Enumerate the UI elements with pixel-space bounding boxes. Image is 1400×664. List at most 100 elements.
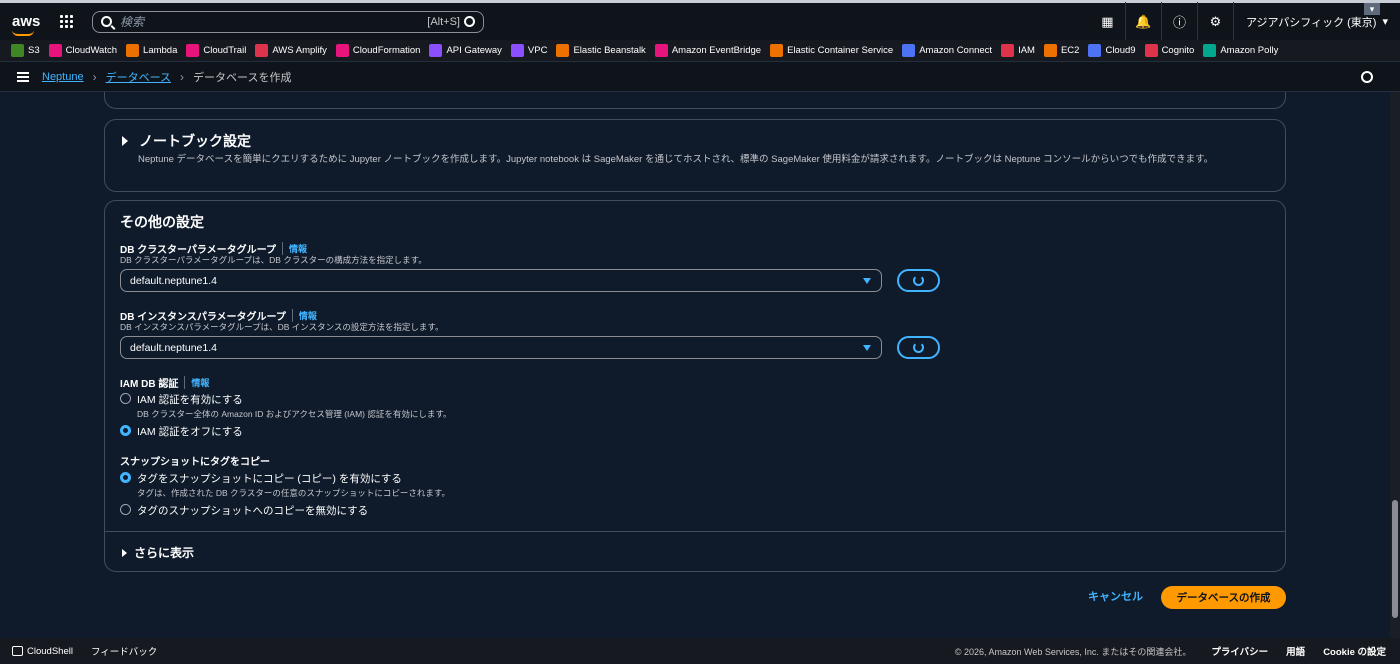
iam-auth-disable-radio[interactable]: IAM 認証をオフにする <box>120 424 243 439</box>
bell-icon[interactable]: 🔔 <box>1126 1 1162 42</box>
privacy-link[interactable]: プライバシー <box>1211 644 1268 658</box>
service-icon <box>556 44 570 57</box>
favorite-amazon-polly[interactable]: Amazon Polly <box>1203 44 1278 57</box>
collapse-arrow-icon[interactable]: ▾ <box>1364 3 1380 15</box>
instance-param-value: default.neptune1.4 <box>130 341 217 354</box>
notebook-settings-toggle[interactable]: ノートブック設定 <box>122 131 251 151</box>
create-database-button[interactable]: データベースの作成 <box>1161 586 1286 609</box>
favorite-cloud9[interactable]: Cloud9 <box>1088 44 1136 57</box>
caret-right-icon <box>122 548 127 557</box>
favorite-label: S3 <box>28 45 40 56</box>
search-clear-icon[interactable] <box>464 16 475 27</box>
snapshot-tag-label-text: スナップショットにタグをコピー <box>120 457 270 468</box>
radio-disable-copy[interactable] <box>120 504 131 515</box>
favorite-label: Elastic Container Service <box>787 45 894 56</box>
favorite-amazon-eventbridge[interactable]: Amazon EventBridge <box>654 44 762 57</box>
instance-param-desc: DB インスタンスパラメータグループは、DB インスタンスの設定方法を指定します… <box>120 322 444 332</box>
radio-enable-iam[interactable] <box>120 393 131 404</box>
favorite-api-gateway[interactable]: API Gateway <box>429 44 502 57</box>
help-icon[interactable]: ⓘ <box>1162 1 1198 42</box>
snapshot-copy-enable-radio[interactable]: タグをスナップショットにコピー (コピー) を有効にする タグは、作成された DB… <box>120 471 450 499</box>
service-icon <box>902 44 916 57</box>
snapshot-disable-label: タグのスナップショットへのコピーを無効にする <box>137 505 369 517</box>
favorite-label: IAM <box>1018 45 1035 56</box>
iam-auth-info-link[interactable]: 情報 <box>184 376 209 389</box>
radio-enable-copy[interactable] <box>120 472 131 483</box>
favorite-s3[interactable]: S3 <box>11 44 40 57</box>
service-icon <box>11 44 24 57</box>
iam-enable-desc: DB クラスター全体の Amazon ID およびアクセス管理 (IAM) 認証… <box>137 409 452 419</box>
feedback-link[interactable]: フィードバック <box>91 644 157 658</box>
favorites-bar: S3 CloudWatch Lambda CloudTrail AWS Amplify C… <box>0 40 1400 62</box>
aws-logo[interactable]: aws <box>12 14 56 36</box>
show-more-label: さらに表示 <box>134 546 195 560</box>
cloudshell-button[interactable]: CloudShell <box>12 646 73 657</box>
breadcrumb-databases[interactable]: データベース <box>106 69 171 85</box>
other-settings-panel: その他の設定 DB クラスターパラメータグループ 情報 DB クラスターパラメータ… <box>104 200 1286 572</box>
menu-icon[interactable] <box>17 70 29 84</box>
favorite-amazon-connect[interactable]: Amazon Connect <box>902 44 992 57</box>
cluster-param-select[interactable]: default.neptune1.4 <box>120 269 882 292</box>
favorite-vpc[interactable]: VPC <box>510 44 548 57</box>
favorite-elastic-container-service[interactable]: Elastic Container Service <box>770 44 893 57</box>
breadcrumb: Neptune › データベース › データベースを作成 <box>0 62 1400 92</box>
favorite-cloudwatch[interactable]: CloudWatch <box>48 44 118 57</box>
cluster-param-desc: DB クラスターパラメータグループは、DB クラスターの構成方法を指定します。 <box>120 255 427 265</box>
snapshot-tag-label: スナップショットにタグをコピー <box>120 453 270 468</box>
favorite-label: CloudWatch <box>65 45 118 56</box>
services-grid-icon[interactable] <box>60 14 74 29</box>
caret-down-icon <box>863 345 871 351</box>
search-shortcut: [Alt+S] <box>427 15 460 28</box>
service-icon <box>510 44 524 57</box>
region-label: アジアパシフィック (東京) <box>1245 16 1377 29</box>
favorite-elastic-beanstalk[interactable]: Elastic Beanstalk <box>556 44 646 57</box>
favorite-label: API Gateway <box>446 45 502 56</box>
cookie-settings-link[interactable]: Cookie の設定 <box>1323 644 1386 658</box>
cluster-param-refresh-button[interactable] <box>897 269 940 292</box>
search-input[interactable] <box>120 14 428 29</box>
favorite-cognito[interactable]: Cognito <box>1144 44 1194 57</box>
refresh-icon <box>913 342 924 353</box>
favorite-cloudtrail[interactable]: CloudTrail <box>186 44 246 57</box>
terms-link[interactable]: 用語 <box>1286 644 1305 658</box>
favorite-ec2[interactable]: EC2 <box>1043 44 1079 57</box>
breadcrumb-neptune[interactable]: Neptune <box>42 71 84 83</box>
refresh-icon <box>913 275 924 286</box>
favorite-label: Cloud9 <box>1105 45 1136 56</box>
favorite-lambda[interactable]: Lambda <box>126 44 177 57</box>
previous-panel <box>104 92 1286 109</box>
service-icon <box>770 44 784 57</box>
region-selector[interactable]: アジアパシフィック (東京) ▾ <box>1234 14 1400 30</box>
favorite-label: VPC <box>527 45 548 56</box>
favorite-label: Amazon EventBridge <box>671 45 762 56</box>
main-content: ノートブック設定 Neptune データベースを簡単にクエリするために Jupy… <box>0 92 1390 638</box>
cluster-param-value: default.neptune1.4 <box>130 274 217 287</box>
chevron-right-icon: › <box>92 69 97 84</box>
service-icon <box>1203 44 1217 57</box>
favorite-cloudformation[interactable]: CloudFormation <box>335 44 421 57</box>
instance-param-select[interactable]: default.neptune1.4 <box>120 336 882 359</box>
top-navigation: aws [Alt+S] ▦ 🔔 ⓘ ⚙ アジアパシフィック (東京)▾ ▾ <box>0 0 1400 42</box>
cloudshell-label: CloudShell <box>27 645 73 657</box>
other-settings-title: その他の設定 <box>120 214 204 230</box>
favorite-iam[interactable]: IAM <box>1001 44 1035 57</box>
search-box[interactable]: [Alt+S] <box>92 10 484 33</box>
instance-param-refresh-button[interactable] <box>897 336 940 359</box>
gear-icon[interactable]: ⚙ <box>1198 1 1234 42</box>
favorite-label: CloudTrail <box>203 45 247 56</box>
cloudshell-icon[interactable]: ▦ <box>1090 1 1126 42</box>
favorite-label: Amazon Polly <box>1220 45 1279 56</box>
service-icon <box>1144 44 1158 57</box>
scrollbar[interactable] <box>1390 92 1400 652</box>
service-icon <box>126 44 140 57</box>
radio-disable-iam[interactable] <box>120 425 131 436</box>
notebook-settings-title: ノートブック設定 <box>139 133 251 149</box>
iam-auth-enable-radio[interactable]: IAM 認証を有効にする DB クラスター全体の Amazon ID およびアクセ… <box>120 392 452 420</box>
scrollbar-thumb[interactable] <box>1392 500 1398 618</box>
favorite-label: CloudFormation <box>352 45 421 56</box>
favorite-aws-amplify[interactable]: AWS Amplify <box>255 44 327 57</box>
preferences-icon[interactable] <box>1361 71 1373 83</box>
cancel-button[interactable]: キャンセル <box>1088 588 1143 604</box>
show-more-toggle[interactable]: さらに表示 <box>122 544 194 561</box>
snapshot-copy-disable-radio[interactable]: タグのスナップショットへのコピーを無効にする <box>120 503 368 518</box>
